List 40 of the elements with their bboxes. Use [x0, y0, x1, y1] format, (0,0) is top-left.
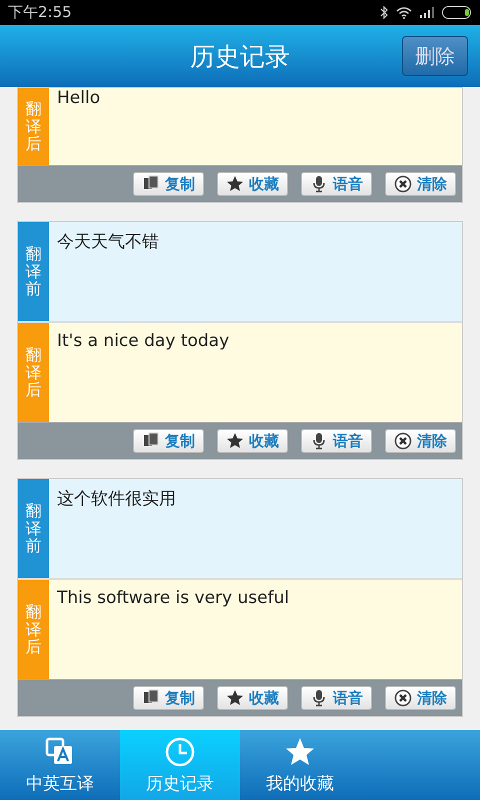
favorite-button[interactable]: 收藏	[217, 172, 288, 196]
close-circle-icon	[394, 432, 412, 450]
translation-text: This software is very useful	[49, 580, 462, 679]
signal-icon	[420, 7, 434, 18]
result-label: 翻译后	[18, 88, 49, 165]
clock-icon	[164, 736, 196, 768]
copy-button[interactable]: 复制	[133, 429, 204, 453]
status-time: 下午2:55	[8, 3, 73, 22]
copy-button[interactable]: 复制	[133, 686, 204, 710]
voice-button[interactable]: 语音	[301, 686, 372, 710]
delete-button[interactable]: 删除	[402, 36, 468, 76]
nav-tab[interactable]: 中英互译	[0, 730, 120, 800]
nav-tab[interactable]: 我的收藏	[240, 730, 360, 800]
close-circle-icon	[394, 689, 412, 707]
source-label: 翻译前	[18, 222, 49, 321]
copy-button[interactable]: 复制	[133, 172, 204, 196]
translation-text: It's a nice day today	[49, 323, 462, 422]
star-icon	[226, 689, 244, 707]
clear-button[interactable]: 清除	[385, 686, 456, 710]
star-icon	[226, 432, 244, 450]
favorite-button[interactable]: 收藏	[217, 429, 288, 453]
favorite-button[interactable]: 收藏	[217, 686, 288, 710]
result-label: 翻译后	[18, 323, 49, 422]
voice-button[interactable]: 语音	[301, 172, 372, 196]
wifi-icon	[396, 6, 412, 18]
star-icon	[226, 175, 244, 193]
star-icon	[284, 736, 316, 768]
clear-button[interactable]: 清除	[385, 172, 456, 196]
clear-button[interactable]: 清除	[385, 429, 456, 453]
translation-text: Hello	[49, 88, 462, 165]
close-circle-icon	[394, 175, 412, 193]
page-title: 历史记录	[190, 40, 290, 72]
result-label: 翻译后	[18, 580, 49, 679]
source-text: 这个软件很实用	[49, 479, 462, 578]
voice-button[interactable]: 语音	[301, 429, 372, 453]
source-text: 今天天气不错	[49, 222, 462, 321]
bluetooth-icon	[380, 6, 388, 19]
source-label: 翻译前	[18, 479, 49, 578]
nav-tab[interactable]: 历史记录	[120, 730, 240, 800]
battery-icon	[442, 6, 472, 19]
